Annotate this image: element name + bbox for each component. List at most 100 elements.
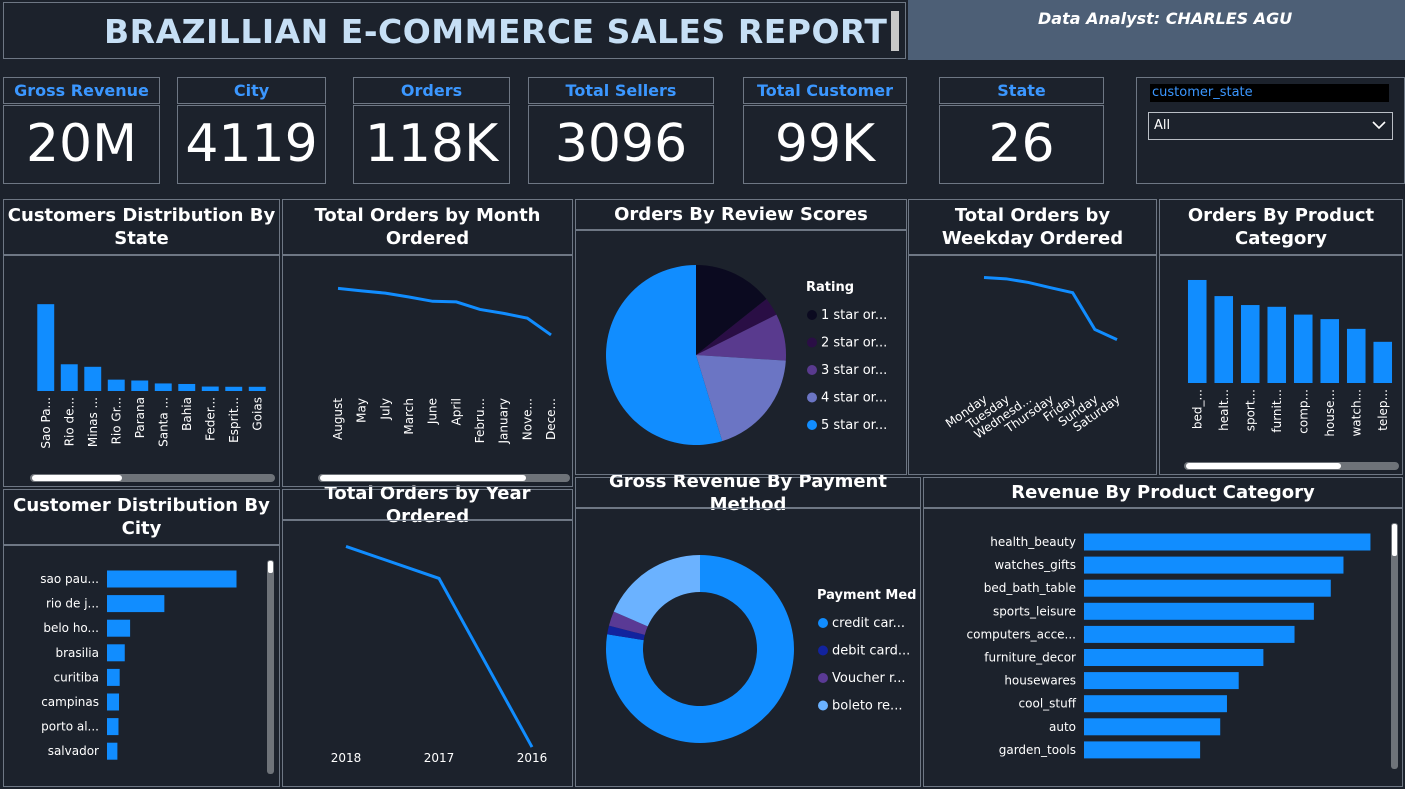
legend-label: 1 star or... bbox=[821, 308, 887, 323]
text-cursor bbox=[891, 11, 899, 51]
panel-title-orders-weekday: Total Orders by Weekday Ordered bbox=[908, 199, 1157, 255]
bar bbox=[178, 383, 196, 391]
bar bbox=[154, 383, 172, 391]
x-tick-label: Goias bbox=[250, 397, 264, 431]
legend-label: debit card... bbox=[832, 644, 910, 659]
revenue-bar-chart: health_beauty watches_gifts bed_bath_table… bbox=[967, 523, 1398, 769]
bar bbox=[1084, 695, 1227, 713]
x-tick-label: house... bbox=[1323, 389, 1337, 437]
x-tick-label: June bbox=[426, 398, 440, 425]
bar bbox=[107, 742, 118, 760]
kpi-city-label: City bbox=[177, 77, 326, 104]
legend-label: 4 star or... bbox=[821, 391, 887, 406]
x-tick-label: 2016 bbox=[517, 751, 548, 765]
x-tick-label: Bahia bbox=[180, 397, 194, 431]
x-tick-label: Nove... bbox=[520, 398, 534, 440]
pie-slice bbox=[613, 555, 700, 627]
x-tick-label: Santa ... bbox=[156, 397, 170, 447]
payment-donut-chart: Payment Med credit car... debit card... Vou… bbox=[606, 555, 916, 743]
horizontal-scrollbar-thumb[interactable] bbox=[320, 475, 526, 481]
bar bbox=[1084, 718, 1221, 736]
vertical-scrollbar-thumb[interactable] bbox=[1392, 524, 1397, 556]
legend-label: credit car... bbox=[832, 616, 905, 631]
series-line bbox=[983, 276, 1118, 341]
panel-title-payment-method: Gross Revenue By Payment Method bbox=[575, 471, 921, 515]
y-tick-label: sao pau... bbox=[40, 572, 99, 586]
panel-title-orders-month: Total Orders by Month Ordered bbox=[282, 199, 573, 255]
kpi-customers-value: 99K bbox=[743, 105, 907, 184]
bar bbox=[107, 668, 120, 686]
y-tick-label: belo ho... bbox=[43, 621, 99, 635]
x-tick-label: 2017 bbox=[424, 751, 455, 765]
x-tick-label: Dece... bbox=[544, 398, 558, 440]
bar bbox=[201, 386, 219, 391]
bar bbox=[107, 644, 125, 662]
category-chart-panel: bed_... healt... sport... furnit... comp... h… bbox=[1159, 255, 1403, 475]
report-title: BRAZILLIAN E-COMMERCE SALES REPORT bbox=[104, 12, 888, 51]
legend-label: 3 star or... bbox=[821, 363, 887, 378]
slicer-selected-value: All bbox=[1154, 118, 1171, 133]
x-tick-label: Feder... bbox=[203, 397, 217, 441]
bar bbox=[1240, 305, 1260, 383]
vertical-scrollbar-thumb[interactable] bbox=[268, 561, 273, 573]
y-tick-label: housewares bbox=[1004, 674, 1076, 688]
vertical-scrollbar-track[interactable] bbox=[1391, 523, 1398, 769]
bar bbox=[1346, 328, 1366, 383]
legend-marker bbox=[807, 392, 817, 403]
bar bbox=[107, 619, 131, 637]
slicer-field-label: customer_state bbox=[1150, 84, 1389, 102]
horizontal-scrollbar-thumb[interactable] bbox=[1186, 463, 1341, 469]
bar bbox=[1084, 649, 1264, 666]
state-chart-panel: Sao Pa... Rio de... Minas ... Rio Gr... Para… bbox=[3, 255, 280, 487]
year-line-chart: 2018 2017 2016 bbox=[331, 544, 548, 765]
category-bar-chart: bed_... healt... sport... furnit... comp... h… bbox=[1184, 279, 1399, 470]
x-tick-label: Sao Pa... bbox=[39, 397, 53, 449]
bar bbox=[107, 595, 165, 613]
payment-chart-panel: Payment Med credit car... debit card... Vou… bbox=[575, 508, 921, 787]
x-tick-label: August bbox=[331, 398, 345, 440]
bar bbox=[1214, 296, 1234, 383]
legend-marker bbox=[818, 673, 828, 683]
bar bbox=[84, 366, 102, 391]
month-line-chart: August May July March June April Febru... Janua… bbox=[318, 286, 570, 482]
legend-title: Rating bbox=[806, 280, 854, 295]
horizontal-scrollbar-thumb[interactable] bbox=[32, 475, 122, 481]
x-tick-label: comp... bbox=[1296, 389, 1310, 434]
city-bar-chart: sao pau... rio de j... belo ho... brasilia c… bbox=[40, 560, 274, 774]
bar bbox=[60, 364, 78, 391]
legend-marker bbox=[807, 365, 817, 375]
legend-marker bbox=[818, 700, 828, 711]
bar bbox=[1267, 306, 1287, 383]
kpi-orders-value: 118K bbox=[353, 105, 510, 184]
y-tick-label: brasilia bbox=[55, 646, 99, 660]
x-tick-label: Parana bbox=[133, 397, 147, 438]
x-tick-label: July bbox=[378, 398, 392, 421]
revenue-chart-panel: health_beauty watches_gifts bed_bath_table… bbox=[923, 508, 1403, 787]
report-title-bar: BRAZILLIAN E-COMMERCE SALES REPORT bbox=[3, 2, 906, 59]
legend-marker bbox=[807, 337, 817, 348]
y-tick-label: cool_stuff bbox=[1019, 697, 1077, 711]
x-tick-label: Rio de... bbox=[62, 397, 76, 446]
bar bbox=[107, 718, 119, 736]
y-tick-label: furniture_decor bbox=[984, 651, 1076, 665]
bar bbox=[107, 379, 125, 391]
series-line bbox=[345, 544, 534, 748]
bar bbox=[1084, 533, 1371, 551]
vertical-scrollbar-track[interactable] bbox=[267, 560, 274, 774]
review-chart-panel: Rating 1 star or... 2 star or... 3 star or.… bbox=[575, 230, 907, 475]
y-tick-label: sports_leisure bbox=[993, 604, 1076, 618]
kpi-city-value: 4119 bbox=[177, 105, 326, 184]
bar bbox=[107, 693, 120, 711]
y-tick-label: porto al... bbox=[41, 720, 99, 734]
city-chart-panel: sao pau... rio de j... belo ho... brasilia c… bbox=[3, 545, 280, 787]
panel-title-customer-city: Customer Distribution By City bbox=[3, 489, 280, 545]
legend-marker bbox=[807, 420, 817, 430]
state-bar-chart: Sao Pa... Rio de... Minas ... Rio Gr... Para… bbox=[30, 304, 275, 482]
state-slicer-dropdown[interactable]: All bbox=[1148, 112, 1393, 140]
panel-title-review-scores: Orders By Review Scores bbox=[575, 199, 907, 230]
x-tick-label: bed_... bbox=[1190, 389, 1204, 429]
kpi-gross-revenue-label: Gross Revenue bbox=[3, 77, 160, 104]
weekday-chart-panel: Monday Tuesday Wednesd... Thursday Friday Sun… bbox=[908, 255, 1157, 475]
bar bbox=[248, 386, 266, 391]
y-tick-label: computers_acce... bbox=[967, 627, 1077, 641]
